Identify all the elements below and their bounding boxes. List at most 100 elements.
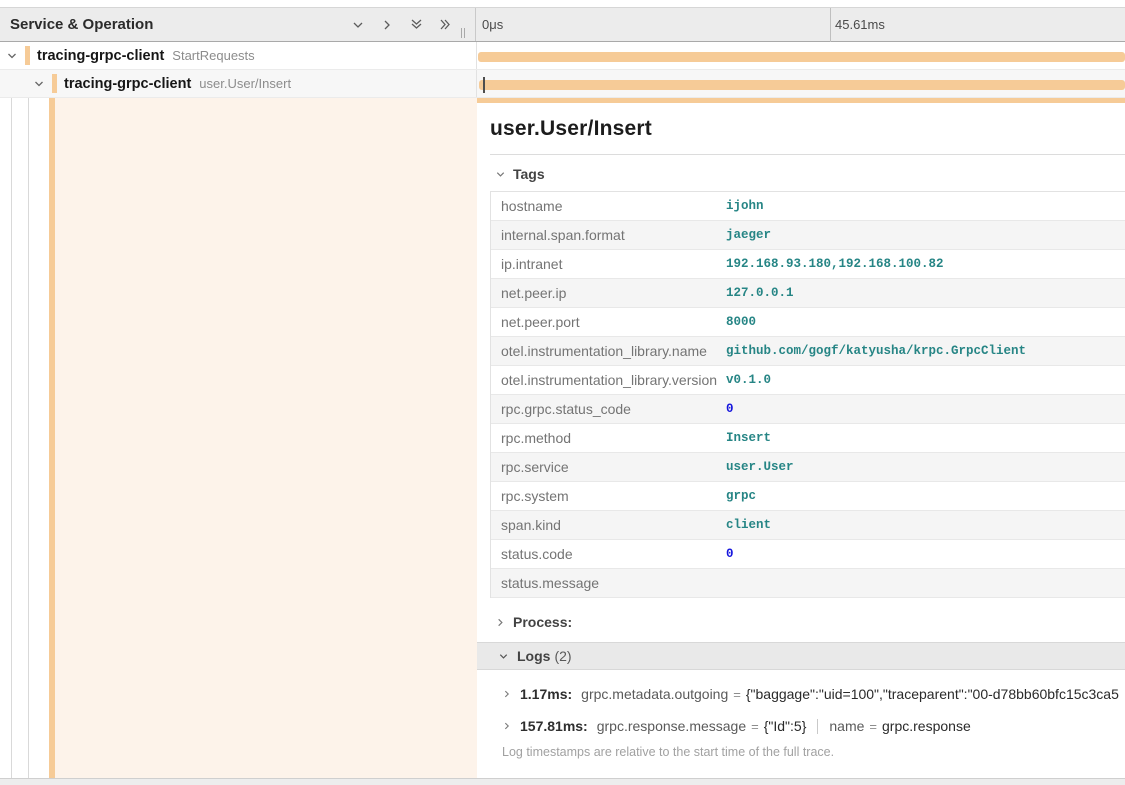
tags-table: hostnameijohn internal.span.formatjaeger… (490, 191, 1125, 598)
span-detail-row: user.User/Insert Tags hostnameijohn inte… (0, 98, 1125, 778)
process-accordion-header[interactable]: Process: (490, 614, 1125, 630)
chevron-down-icon (495, 169, 506, 180)
timeline-gridline (830, 8, 831, 42)
tag-value: ijohn (726, 199, 764, 213)
tag-key: status.message (491, 575, 726, 591)
tag-row: rpc.grpc.status_code0 (491, 395, 1125, 424)
tag-row: rpc.methodInsert (491, 424, 1125, 453)
chevron-down-icon (498, 651, 509, 662)
tag-key: otel.instrumentation_library.version (491, 372, 726, 388)
tag-row: status.message (491, 569, 1125, 598)
service-operation-header: Service & Operation (0, 8, 476, 41)
span-detail-title: user.User/Insert (490, 117, 1125, 141)
tag-key: otel.instrumentation_library.name (491, 343, 726, 359)
timeline-ruler: 0μs 45.61ms (477, 8, 1125, 41)
process-label: Process: (513, 614, 572, 630)
tree-guide-line (28, 98, 29, 778)
log-field: name (829, 718, 864, 734)
tag-key: rpc.service (491, 459, 726, 475)
column-resizer-grip[interactable] (461, 28, 469, 38)
span-detail-panel: user.User/Insert Tags hostnameijohn inte… (477, 98, 1125, 778)
operation-name: user.User/Insert (199, 76, 291, 91)
tag-value: Insert (726, 431, 771, 445)
log-timestamp: 1.17ms: (520, 686, 572, 702)
span-name-cell[interactable]: tracing-grpc-client StartRequests (0, 42, 477, 69)
logs-footer-note: Log timestamps are relative to the start… (490, 745, 1125, 759)
log-field: grpc.response.message (597, 718, 746, 734)
chevron-down-icon[interactable] (350, 17, 366, 33)
tags-label: Tags (513, 166, 545, 182)
service-name: tracing-grpc-client (64, 76, 191, 92)
service-name: tracing-grpc-client (37, 48, 164, 64)
span-name-cell[interactable]: tracing-grpc-client user.User/Insert (0, 70, 477, 97)
chevron-right-icon (495, 617, 506, 628)
tag-row: span.kindclient (491, 511, 1125, 540)
tag-value: 0 (726, 547, 734, 561)
chevron-right-icon[interactable] (379, 17, 395, 33)
log-equals: = (746, 719, 764, 734)
tag-key: rpc.grpc.status_code (491, 401, 726, 417)
service-operation-title: Service & Operation (0, 16, 153, 33)
span-duration-bar-2[interactable] (479, 80, 1125, 90)
tag-value: 192.168.93.180,192.168.100.82 (726, 257, 944, 271)
log-timestamp: 157.81ms: (520, 718, 588, 734)
tag-value: 127.0.0.1 (726, 286, 794, 300)
span-duration-bar-1[interactable] (478, 52, 1125, 62)
chevron-right-icon (502, 686, 512, 702)
span-color-bar (25, 46, 30, 65)
tag-value: grpc (726, 489, 756, 503)
span-color-bar (52, 74, 57, 93)
log-value: {"Id":5} (764, 718, 807, 734)
page-bottom-strip (0, 778, 1125, 785)
tag-row: otel.instrumentation_library.versionv0.1… (491, 366, 1125, 395)
tag-value: 0 (726, 402, 734, 416)
tag-row: net.peer.ip127.0.0.1 (491, 279, 1125, 308)
double-chevron-down-icon[interactable] (408, 17, 424, 33)
tag-value: 8000 (726, 315, 756, 329)
tag-row: hostnameijohn (491, 192, 1125, 221)
tag-key: ip.intranet (491, 256, 726, 272)
timeline-header-row: Service & Operation 0μs 45.61ms (0, 7, 1125, 42)
tag-key: hostname (491, 198, 726, 214)
divider (490, 154, 1125, 155)
log-entry[interactable]: 157.81ms: grpc.response.message = {"Id":… (490, 718, 1125, 734)
operation-name: StartRequests (172, 48, 254, 63)
tag-row: rpc.systemgrpc (491, 482, 1125, 511)
tree-guide-line (11, 98, 12, 778)
tags-accordion-header[interactable]: Tags (490, 166, 1125, 182)
tag-value: jaeger (726, 228, 771, 242)
tag-row: ip.intranet192.168.93.180,192.168.100.82 (491, 250, 1125, 279)
trace-timeline-view: Service & Operation 0μs 45.61ms (0, 0, 1125, 785)
logs-count: (2) (554, 648, 571, 664)
log-value: grpc.response (882, 718, 971, 734)
tag-key: rpc.method (491, 430, 726, 446)
divider (817, 719, 818, 734)
chevron-down-icon[interactable] (4, 50, 20, 62)
log-value: {"baggage":"uid=100","traceparent":"00-d… (746, 686, 1119, 702)
tag-key: status.code (491, 546, 726, 562)
log-equals: = (864, 719, 882, 734)
tag-key: span.kind (491, 517, 726, 533)
tag-key: net.peer.port (491, 314, 726, 330)
tag-row: otel.instrumentation_library.namegithub.… (491, 337, 1125, 366)
chevron-down-icon[interactable] (31, 78, 47, 90)
tag-value: user.User (726, 460, 794, 474)
tag-row: status.code0 (491, 540, 1125, 569)
timeline-tick-start: 0μs (482, 8, 503, 41)
tag-key: net.peer.ip (491, 285, 726, 301)
timeline-tick-mid: 45.61ms (835, 8, 885, 41)
tag-value: client (726, 518, 771, 532)
logs-accordion-header[interactable]: Logs (2) (477, 642, 1125, 670)
logs-section: Logs (2) 1.17ms: grpc.metadata.outgoing … (490, 642, 1125, 759)
tag-key: internal.span.format (491, 227, 726, 243)
tag-row: net.peer.port8000 (491, 308, 1125, 337)
double-chevron-right-icon[interactable] (437, 17, 453, 33)
log-entry[interactable]: 1.17ms: grpc.metadata.outgoing = {"bagga… (490, 686, 1125, 702)
logs-label: Logs (517, 648, 550, 664)
tag-row: rpc.serviceuser.User (491, 453, 1125, 482)
tag-row: internal.span.formatjaeger (491, 221, 1125, 250)
log-marker-tick[interactable] (483, 77, 485, 93)
detail-row-highlight (55, 98, 477, 778)
log-field: grpc.metadata.outgoing (581, 686, 728, 702)
log-equals: = (728, 687, 746, 702)
